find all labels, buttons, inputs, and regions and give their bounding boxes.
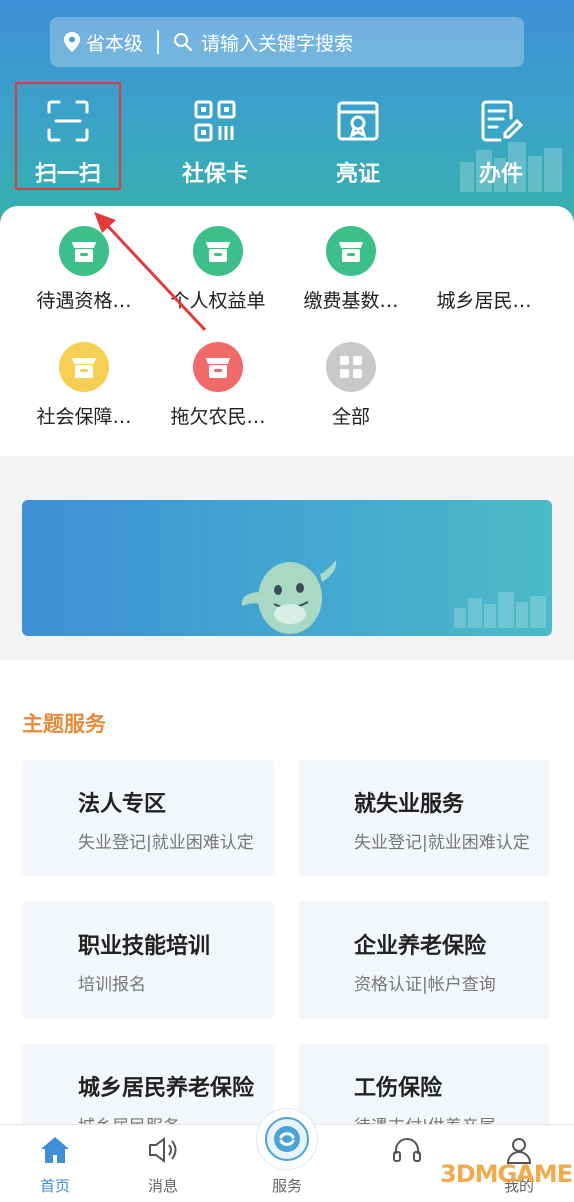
- qr-code-icon: [194, 100, 236, 142]
- search-icon: [174, 33, 193, 51]
- service-circle: [326, 342, 376, 392]
- certificate-icon: [337, 101, 379, 141]
- grid-icon: [340, 356, 362, 378]
- mascot-illustration: [241, 560, 337, 634]
- theme-tile-subtitle: 资格认证|帐户查询: [354, 975, 496, 995]
- box-icon: [72, 242, 96, 262]
- theme-tile-title: 工伤保险: [354, 1076, 443, 1101]
- speaker-icon: [149, 1137, 177, 1163]
- service-logo-icon: [265, 1117, 309, 1161]
- theme-tile-title: 职业技能培训: [78, 934, 211, 959]
- theme-tile-subtitle: 培训报名: [78, 975, 146, 995]
- quick-action-label: 亮证: [335, 162, 380, 187]
- promo-banner[interactable]: [22, 500, 552, 636]
- theme-tile-subtitle: 失业登记|就业困难认定: [354, 833, 530, 853]
- service-item[interactable]: 个人权益单: [148, 226, 288, 313]
- tab-home[interactable]: 首页: [10, 1125, 100, 1202]
- theme-tile-title: 企业养老保险: [354, 934, 487, 959]
- service-label: 拖欠农民…: [170, 406, 266, 428]
- service-circle: [459, 226, 509, 276]
- service-item-all[interactable]: 全部: [281, 342, 421, 429]
- service-label: 社会保障…: [36, 406, 132, 428]
- tab-support[interactable]: [362, 1125, 452, 1202]
- service-item[interactable]: 社会保障…: [14, 342, 154, 429]
- search-input[interactable]: 请输入关键字搜索: [201, 29, 353, 56]
- service-circle: [326, 226, 376, 276]
- quick-action-cases[interactable]: 办件: [451, 86, 551, 190]
- service-item[interactable]: 待遇资格…: [14, 226, 154, 313]
- document-edit-icon: [481, 100, 523, 142]
- center-service-button[interactable]: [256, 1108, 318, 1170]
- theme-tile-subtitle: 失业登记|就业困难认定: [78, 833, 254, 853]
- theme-tile-title: 城乡居民养老保险: [78, 1076, 255, 1101]
- location-pin-icon: [64, 32, 80, 52]
- box-icon: [206, 358, 230, 378]
- service-circle: [59, 226, 109, 276]
- theme-tile-title: 就失业服务: [354, 792, 465, 817]
- service-item[interactable]: 城乡居民…: [414, 226, 554, 313]
- watermark-text: 3DMGAME: [440, 1160, 573, 1188]
- service-label: 城乡居民…: [436, 290, 532, 312]
- service-item[interactable]: 拖欠农民…: [148, 342, 288, 429]
- theme-services-section: 主题服务 法人专区 失业登记|就业困难认定 就失业服务 失业登记|就业困难认定 …: [0, 660, 574, 1160]
- theme-tile-title: 法人专区: [78, 792, 167, 817]
- theme-tile[interactable]: 职业技能培训 培训报名: [22, 902, 274, 1018]
- quick-action-label: 社保卡: [181, 162, 248, 187]
- tab-label: 服务: [271, 1177, 302, 1195]
- box-icon: [339, 242, 363, 262]
- service-label: 待遇资格…: [36, 290, 132, 312]
- headset-icon: [393, 1138, 421, 1162]
- home-icon: [41, 1137, 69, 1163]
- tab-label: 消息: [147, 1177, 178, 1195]
- box-icon: [72, 358, 96, 378]
- location-selector[interactable]: 省本级: [64, 29, 143, 56]
- section-title: 主题服务: [22, 712, 106, 736]
- service-circle: [59, 342, 109, 392]
- service-label: 个人权益单: [170, 290, 266, 312]
- tab-label: 首页: [39, 1177, 70, 1195]
- search-divider: [157, 30, 160, 54]
- service-label: 全部: [331, 406, 370, 428]
- search-bar[interactable]: 省本级 请输入关键字搜索: [50, 17, 524, 67]
- quick-action-social-card[interactable]: 社保卡: [165, 86, 265, 190]
- quick-action-label: 办件: [478, 162, 523, 187]
- highlight-box: [15, 82, 121, 190]
- service-item[interactable]: 缴费基数…: [281, 226, 421, 313]
- quick-action-show-cert[interactable]: 亮证: [308, 86, 408, 190]
- location-label: 省本级: [86, 32, 144, 55]
- tab-messages[interactable]: 消息: [118, 1125, 208, 1202]
- service-label: 缴费基数…: [303, 290, 399, 312]
- service-circle: [193, 226, 243, 276]
- theme-tile[interactable]: 就失业服务 失业登记|就业困难认定: [298, 760, 550, 876]
- service-circle: [193, 342, 243, 392]
- service-grid-card: 待遇资格… 个人权益单 缴费基数… 城乡居民… 社会保障… 拖欠农民… 全部: [0, 206, 574, 456]
- box-icon: [206, 242, 230, 262]
- theme-tile[interactable]: 企业养老保险 资格认证|帐户查询: [298, 902, 550, 1018]
- theme-tile[interactable]: 法人专区 失业登记|就业困难认定: [22, 760, 274, 876]
- city-skyline-decoration: [454, 592, 546, 628]
